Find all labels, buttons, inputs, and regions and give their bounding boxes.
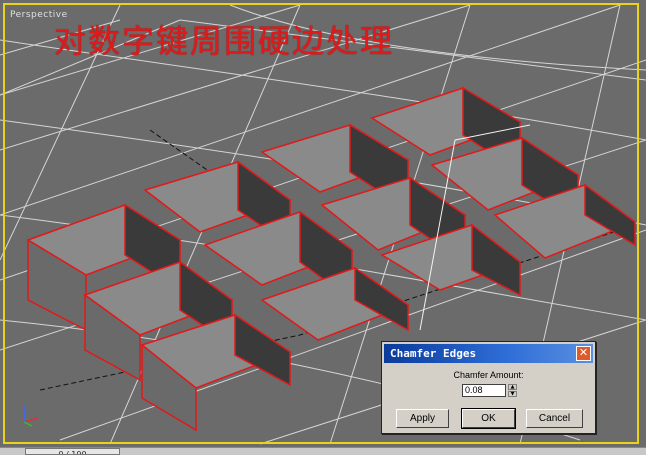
cancel-button[interactable]: Cancel (526, 409, 583, 428)
spinner-up-icon[interactable]: ▲ (508, 384, 517, 390)
overlay-annotation-title: 对数字键周围硬边处理 (54, 22, 395, 60)
chamfer-amount-spinner[interactable]: ▲ ▼ (508, 384, 517, 397)
ok-button[interactable]: OK (461, 408, 516, 429)
chamfer-amount-input[interactable]: 0.08 (462, 384, 506, 397)
dialog-title: Chamfer Edges (390, 347, 477, 360)
dialog-body: Chamfer Amount: 0.08 ▲ ▼ Apply OK Cancel (384, 365, 593, 431)
chamfer-amount-label: Chamfer Amount: (453, 370, 524, 380)
dialog-titlebar[interactable]: Chamfer Edges ✕ (384, 344, 593, 363)
spinner-down-icon[interactable]: ▼ (508, 391, 517, 397)
axis-gizmo-icon (23, 406, 39, 427)
apply-button[interactable]: Apply (396, 409, 449, 428)
close-icon[interactable]: ✕ (576, 346, 591, 361)
chamfer-edges-dialog: Chamfer Edges ✕ Chamfer Amount: 0.08 ▲ ▼… (381, 341, 596, 434)
key-box (471, 223, 521, 297)
